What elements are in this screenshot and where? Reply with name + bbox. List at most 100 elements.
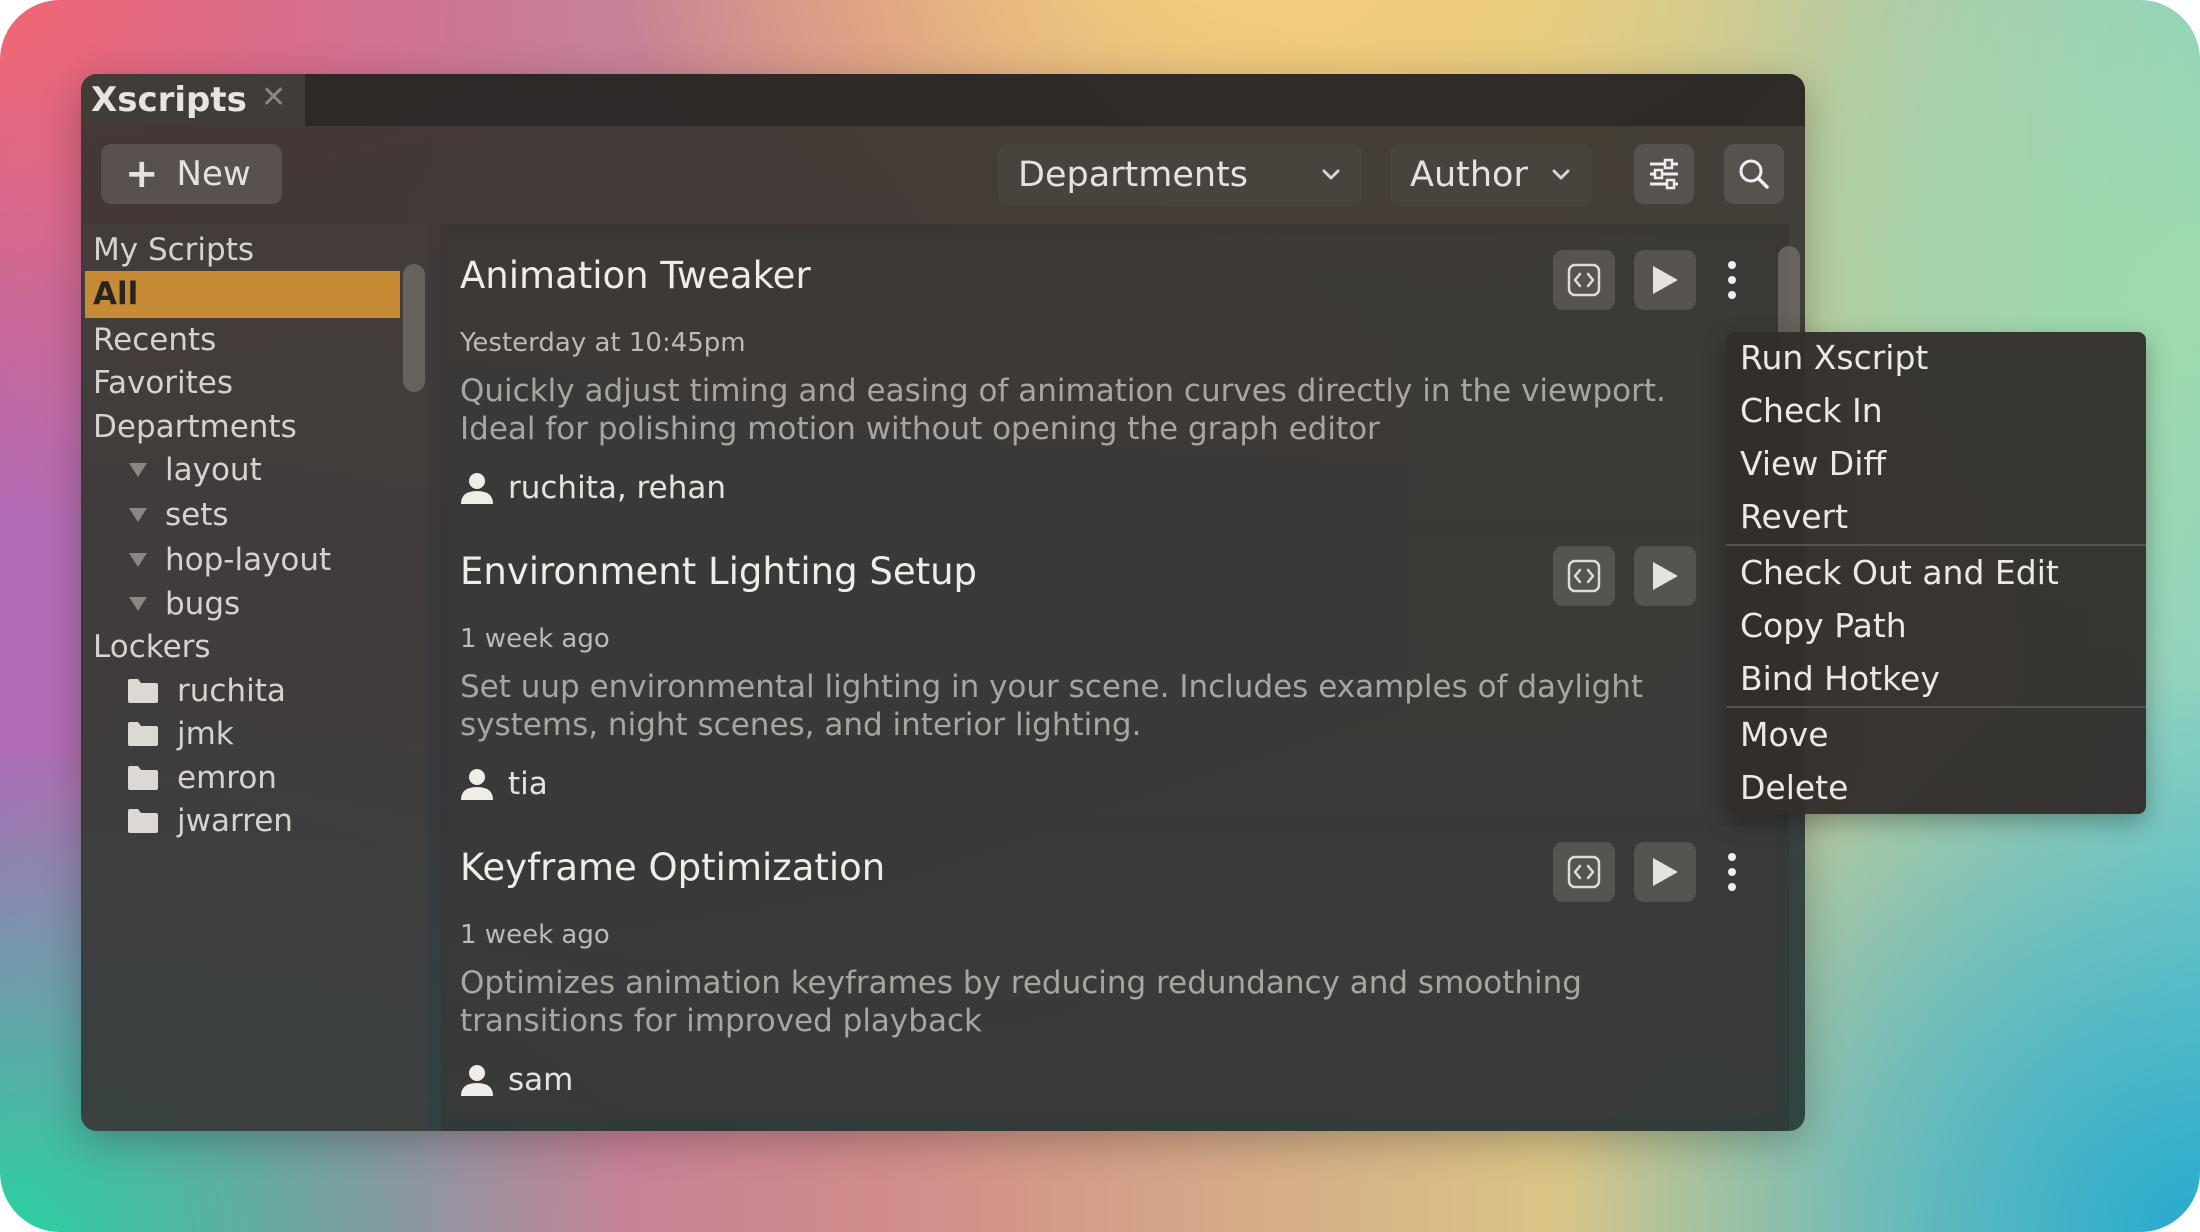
sidebar-item-hop-layout[interactable]: hop-layout — [127, 542, 331, 578]
chevron-down-icon — [1552, 169, 1570, 180]
script-description: Quickly adjust timing and easing of anim… — [460, 373, 1666, 447]
menu-item-view-diff[interactable]: View Diff — [1740, 444, 1886, 483]
sidebar-item-label: hop-layout — [165, 542, 332, 578]
folder-icon — [128, 766, 158, 790]
more-vertical-icon — [1728, 261, 1736, 299]
view-source-button[interactable] — [1553, 842, 1615, 902]
script-card[interactable]: Environment Lighting Setup 1 week ago Se… — [448, 530, 1776, 822]
departments-dropdown[interactable]: Departments — [998, 144, 1362, 206]
script-authors-label: tia — [508, 766, 548, 802]
xscripts-window: Xscripts ✕ + New Departments Author My S… — [81, 74, 1805, 1131]
search-button[interactable] — [1724, 144, 1784, 204]
menu-item-check-out-and-edit[interactable]: Check Out and Edit — [1740, 553, 2059, 592]
script-timestamp: Yesterday at 10:45pm — [460, 328, 746, 358]
triangle-down-icon — [129, 508, 147, 522]
departments-dropdown-label: Departments — [1018, 155, 1249, 195]
triangle-down-icon — [129, 463, 147, 477]
sidebar-item-locker-jmk[interactable]: jmk — [127, 716, 234, 752]
sidebar-item-label: emron — [177, 760, 277, 796]
close-icon[interactable]: ✕ — [261, 80, 286, 115]
sidebar-item-label: ruchita — [177, 673, 286, 709]
script-title: Keyframe Optimization — [460, 846, 886, 889]
sidebar-item-favorites[interactable]: Favorites — [93, 365, 233, 401]
menu-item-move[interactable]: Move — [1740, 715, 1829, 754]
sidebar-item-sets[interactable]: sets — [127, 497, 229, 533]
script-authors: sam — [460, 1062, 573, 1098]
tab-xscripts[interactable]: Xscripts ✕ — [81, 74, 305, 126]
script-card[interactable]: Keyframe Optimization 1 week ago Optimiz… — [448, 826, 1776, 1118]
folder-icon — [128, 809, 158, 833]
sidebar-item-all[interactable]: All — [85, 271, 400, 318]
context-menu: Run Xscript Check In View Diff Revert Ch… — [1726, 332, 2146, 814]
script-title: Environment Lighting Setup — [460, 550, 978, 593]
run-button[interactable] — [1634, 546, 1696, 606]
sidebar: My Scripts All Recents Favorites Departm… — [83, 224, 427, 1131]
script-authors-label: ruchita, rehan — [508, 470, 726, 506]
sidebar-item-label: layout — [165, 452, 262, 488]
script-description: Optimizes animation keyframes by reducin… — [460, 965, 1582, 1039]
sliders-icon — [1650, 158, 1678, 190]
more-options-button[interactable] — [1716, 842, 1748, 902]
sidebar-item-recents[interactable]: Recents — [93, 322, 216, 358]
code-icon — [1567, 559, 1601, 593]
play-icon — [1653, 266, 1678, 294]
tab-title: Xscripts — [91, 80, 247, 120]
sidebar-item-locker-emron[interactable]: emron — [127, 760, 277, 796]
menu-separator — [1726, 544, 2146, 546]
filter-settings-button[interactable] — [1634, 144, 1694, 204]
play-icon — [1653, 858, 1678, 886]
sidebar-item-label: sets — [165, 497, 229, 533]
menu-item-check-in[interactable]: Check In — [1740, 391, 1883, 430]
menu-item-run-xscript[interactable]: Run Xscript — [1740, 338, 1928, 377]
sidebar-scrollbar[interactable] — [403, 264, 425, 392]
user-icon — [461, 473, 493, 504]
view-source-button[interactable] — [1553, 250, 1615, 310]
sidebar-item-all-label: All — [93, 276, 139, 312]
triangle-down-icon — [129, 597, 147, 611]
view-source-button[interactable] — [1553, 546, 1615, 606]
sidebar-item-layout[interactable]: layout — [127, 452, 262, 488]
sidebar-item-bugs[interactable]: bugs — [127, 586, 240, 622]
code-icon — [1567, 263, 1601, 297]
menu-item-delete[interactable]: Delete — [1740, 768, 1848, 807]
play-icon — [1653, 562, 1678, 590]
menu-item-bind-hotkey[interactable]: Bind Hotkey — [1740, 659, 1940, 698]
script-timestamp: 1 week ago — [460, 920, 610, 950]
author-dropdown[interactable]: Author — [1390, 144, 1592, 206]
sidebar-item-label: jwarren — [177, 803, 293, 839]
more-options-button[interactable] — [1716, 250, 1748, 310]
script-authors: tia — [460, 766, 548, 802]
menu-separator — [1726, 706, 2146, 708]
chevron-down-icon — [1322, 169, 1340, 180]
folder-icon — [128, 679, 158, 703]
sidebar-item-label: jmk — [177, 716, 234, 752]
sidebar-item-lockers[interactable]: Lockers — [93, 629, 211, 665]
sidebar-item-departments[interactable]: Departments — [93, 409, 297, 445]
author-dropdown-label: Author — [1410, 155, 1528, 195]
folder-icon — [128, 722, 158, 746]
script-card[interactable]: Animation Tweaker Yesterday at 10:45pm Q… — [448, 234, 1776, 526]
menu-item-copy-path[interactable]: Copy Path — [1740, 606, 1907, 645]
sidebar-item-locker-ruchita[interactable]: ruchita — [127, 673, 286, 709]
more-vertical-icon — [1728, 853, 1736, 891]
plus-icon: + — [125, 151, 159, 197]
script-authors-label: sam — [508, 1062, 574, 1098]
user-icon — [461, 1065, 493, 1096]
code-icon — [1567, 855, 1601, 889]
menu-item-revert[interactable]: Revert — [1740, 497, 1848, 536]
run-button[interactable] — [1634, 842, 1696, 902]
sidebar-item-label: bugs — [165, 586, 241, 622]
script-title: Animation Tweaker — [460, 254, 811, 297]
run-button[interactable] — [1634, 250, 1696, 310]
new-button[interactable]: + New — [101, 144, 282, 204]
search-icon — [1739, 159, 1769, 189]
script-description: Set uup environmental lighting in your s… — [460, 669, 1644, 743]
tab-bar: Xscripts ✕ — [81, 74, 1805, 126]
sidebar-item-locker-jwarren[interactable]: jwarren — [127, 803, 293, 839]
triangle-down-icon — [129, 553, 147, 567]
script-authors: ruchita, rehan — [460, 470, 726, 506]
script-timestamp: 1 week ago — [460, 624, 610, 654]
user-icon — [461, 769, 493, 800]
sidebar-heading-my-scripts: My Scripts — [93, 232, 255, 268]
new-button-label: New — [176, 154, 251, 194]
